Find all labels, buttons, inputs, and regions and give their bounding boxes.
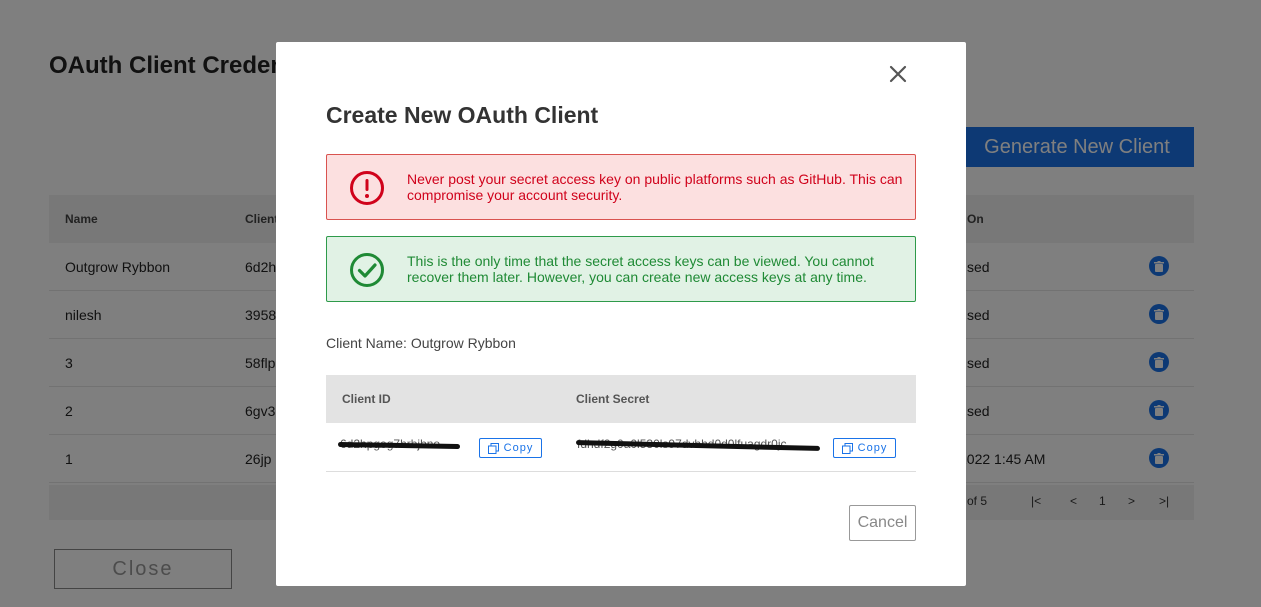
close-icon[interactable] [886, 62, 910, 86]
copy-label: Copy [857, 442, 888, 454]
success-alert: This is the only time that the secret ac… [326, 236, 916, 302]
copy-client-id-button[interactable]: Copy [479, 438, 542, 458]
create-client-modal: Create New OAuth Client Never post your … [276, 42, 966, 586]
copy-icon [841, 442, 853, 454]
credentials-table-header: Client ID Client Secret [326, 375, 916, 423]
credentials-table: Client ID Client Secret 6d2hpgog7hrbjbno… [326, 375, 916, 472]
copy-client-secret-button[interactable]: Copy [833, 438, 896, 458]
credentials-row: 6d2hpgog7hrbjbno Copy fdhdf2g0a0l530ls97… [326, 423, 916, 472]
success-alert-text: This is the only time that the secret ac… [407, 253, 874, 285]
client-name-value: Outgrow Rybbon [410, 335, 516, 351]
error-alert: Never post your secret access key on pub… [326, 154, 916, 220]
error-alert-text: Never post your secret access key on pub… [407, 171, 903, 203]
modal-title: Create New OAuth Client [326, 102, 599, 128]
header-client-secret: Client Secret [576, 392, 650, 406]
exclamation-icon [349, 170, 385, 206]
header-client-id: Client ID [342, 392, 391, 406]
copy-label: Copy [503, 442, 534, 454]
cancel-button[interactable]: Cancel [849, 505, 916, 541]
client-name-label: Client Name: [326, 335, 407, 351]
check-circle-icon [349, 252, 385, 288]
client-name: Client Name: Outgrow Rybbon [326, 335, 516, 351]
copy-icon [487, 442, 499, 454]
